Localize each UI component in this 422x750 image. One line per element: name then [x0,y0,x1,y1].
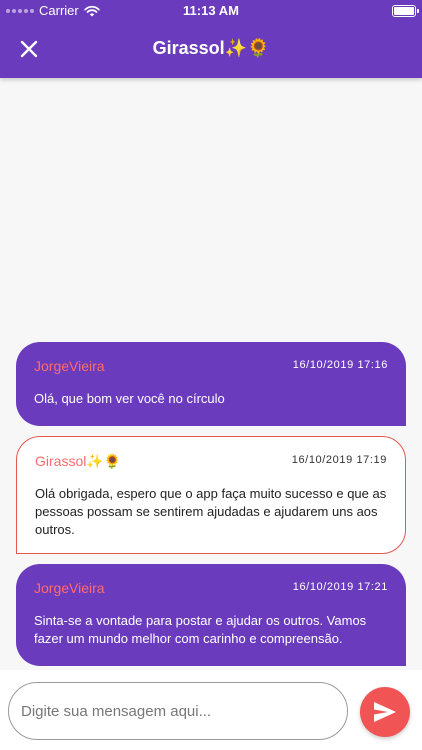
message-bubble: JorgeVieira 16/10/2019 17:21 Sinta-se a … [16,564,406,666]
send-button[interactable] [360,687,410,737]
message-timestamp: 16/10/2019 17:21 [292,581,388,593]
message-sender: Girassol✨🌻 [35,453,122,469]
message-timestamp: 16/10/2019 17:16 [292,359,388,371]
page-title: Girassol✨🌻 [152,38,270,58]
message-bubble: JorgeVieira 16/10/2019 17:16 Olá, que bo… [16,342,406,426]
message-text: Olá, que bom ver você no círculo [34,391,225,406]
message-meta: JorgeVieira 16/10/2019 17:21 [34,564,388,604]
send-icon [374,702,396,722]
message-text: Olá obrigada, espero que o app faça muit… [35,486,387,537]
message-bubble-mine: Girassol✨🌻 16/10/2019 17:19 Olá obrigada… [16,436,406,554]
message-meta: JorgeVieira 16/10/2019 17:16 [34,342,388,382]
message-sender: JorgeVieira [34,358,105,374]
status-time: 11:13 AM [183,3,239,18]
message-sender: JorgeVieira [34,580,105,596]
status-bar: Carrier 11:13 AM [0,0,422,22]
message-input[interactable] [21,683,339,739]
message-timestamp: 16/10/2019 17:19 [291,454,387,466]
message-meta: Girassol✨🌻 16/10/2019 17:19 [35,437,387,477]
message-composer [0,670,422,750]
battery-icon [392,5,419,17]
app-header: Carrier 11:13 AM Girassol✨🌻 [0,0,422,78]
message-list[interactable]: JorgeVieira 16/10/2019 17:16 Olá, que bo… [0,78,422,668]
message-input-wrapper [8,682,348,740]
message-text: Sinta-se a vontade para postar e ajudar … [34,613,367,646]
